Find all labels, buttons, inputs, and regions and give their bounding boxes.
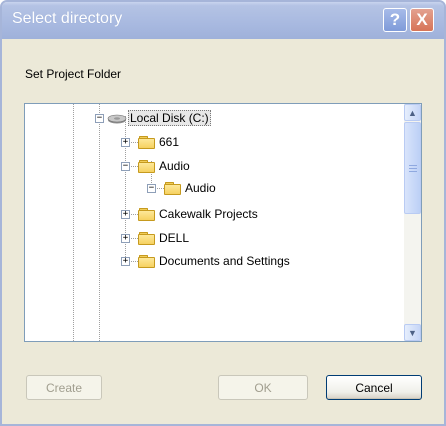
select-directory-dialog: Select directory ? X Set Project Folder …: [0, 0, 446, 426]
scroll-up-button[interactable]: ▲: [404, 104, 421, 121]
collapse-icon[interactable]: −: [147, 184, 156, 193]
create-button-label: Create: [45, 380, 83, 395]
folder-icon: [138, 255, 155, 268]
help-button[interactable]: ?: [383, 8, 407, 32]
hard-disk-icon: [107, 114, 127, 124]
grip-line: [409, 171, 417, 172]
prompt-label: Set Project Folder: [25, 67, 122, 81]
cancel-button-label: Cancel: [355, 380, 393, 395]
expand-icon[interactable]: +: [121, 210, 130, 219]
tree-node-label[interactable]: DELL: [159, 231, 189, 245]
dialog-body: Set Project Folder − Local Disk (C:) + 6…: [6, 39, 440, 420]
tree-node-label[interactable]: Cakewalk Projects: [159, 207, 258, 221]
create-button[interactable]: Create: [26, 375, 102, 400]
tree-node-label[interactable]: Audio: [185, 181, 216, 195]
close-button[interactable]: X: [410, 8, 434, 32]
close-icon: X: [416, 10, 428, 29]
expand-icon[interactable]: +: [121, 138, 130, 147]
ok-button-label: OK: [254, 380, 272, 395]
tree-guide-line: [73, 104, 74, 341]
scroll-thumb[interactable]: [404, 122, 421, 214]
folder-icon: [138, 232, 155, 245]
grip-line: [409, 165, 417, 166]
tree-node-label[interactable]: 661: [159, 135, 179, 149]
scroll-down-button[interactable]: ▼: [404, 324, 421, 341]
ok-button[interactable]: OK: [218, 375, 308, 400]
window-title: Select directory: [12, 10, 123, 27]
cancel-button[interactable]: Cancel: [326, 375, 422, 400]
expand-icon[interactable]: +: [121, 234, 130, 243]
folder-icon: [138, 136, 155, 149]
grip-line: [409, 168, 417, 169]
collapse-icon[interactable]: −: [95, 114, 104, 123]
collapse-icon[interactable]: −: [121, 162, 130, 171]
folder-tree[interactable]: − Local Disk (C:) + 661 − Audio − Audio …: [24, 103, 422, 342]
vertical-scrollbar[interactable]: ▲ ▼: [404, 104, 421, 341]
tree-node-label[interactable]: Audio: [159, 159, 190, 173]
tree-node-label[interactable]: Documents and Settings: [159, 254, 290, 268]
expand-icon[interactable]: +: [121, 257, 130, 266]
folder-icon: [138, 160, 155, 173]
chevron-up-icon: ▲: [408, 107, 417, 118]
tree-guide-line: [99, 104, 100, 341]
folder-icon: [138, 208, 155, 221]
chevron-down-icon: ▼: [408, 327, 417, 338]
help-icon: ?: [389, 10, 401, 29]
tree-node-label[interactable]: Local Disk (C:): [128, 110, 211, 126]
title-bar[interactable]: Select directory ? X: [2, 2, 444, 39]
folder-icon: [164, 182, 181, 195]
